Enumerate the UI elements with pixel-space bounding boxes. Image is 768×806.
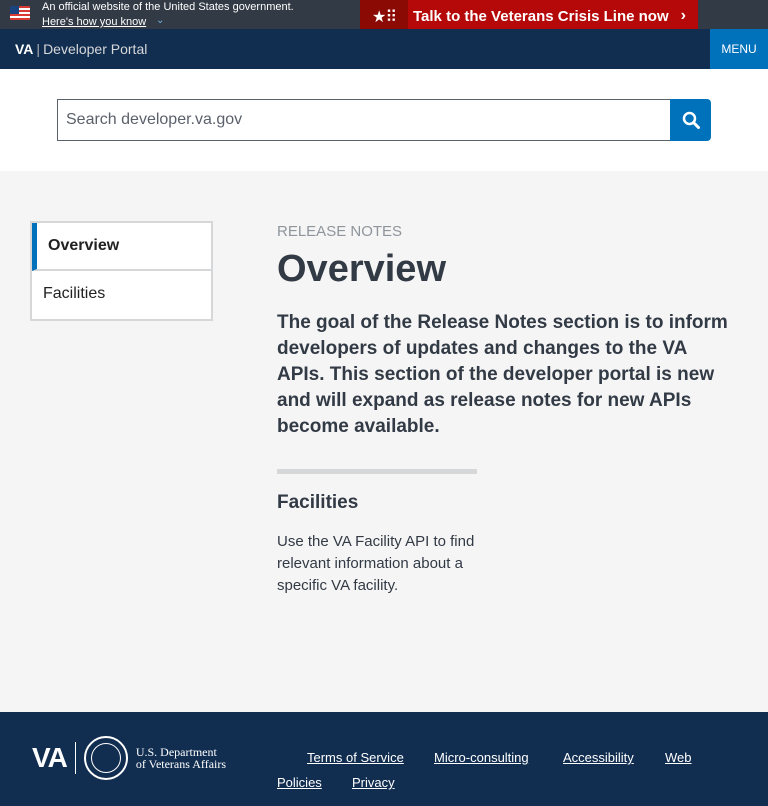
logo-va: VA: [15, 41, 34, 57]
footer-link-micro-consulting[interactable]: Micro-consulting: [434, 745, 529, 770]
va-seal-icon: [83, 736, 128, 780]
search-button[interactable]: [670, 99, 711, 141]
logo-separator: |: [36, 41, 41, 57]
lead-paragraph: The goal of the Release Notes section is…: [277, 312, 728, 437]
site-header: VA | Developer Portal MENU: [0, 29, 768, 69]
section-eyebrow: RELEASE NOTES: [277, 223, 403, 240]
footer-link-accessibility[interactable]: Accessibility: [563, 745, 634, 770]
footer-logo-divider: [74, 742, 76, 774]
footer-link-web[interactable]: Web: [665, 745, 692, 770]
menu-button[interactable]: MENU: [710, 29, 768, 69]
card-divider: [277, 469, 477, 474]
side-nav: Overview Facilities: [30, 221, 213, 321]
logo-portal: Developer Portal: [43, 41, 148, 57]
search-band: [0, 69, 768, 171]
official-site-text: An official website of the United States…: [42, 1, 294, 13]
department-name: U.S. Department of Veterans Affairs: [136, 746, 226, 770]
us-flag-icon: [10, 6, 30, 20]
how-you-know-link[interactable]: Here's how you know: [42, 16, 146, 29]
footer-logo[interactable]: VA U.S. Department of Veterans Affairs: [32, 736, 226, 780]
footer-link-terms[interactable]: Terms of Service: [307, 745, 404, 770]
department-line-2: of Veterans Affairs: [135, 757, 227, 771]
site-logo[interactable]: VA | Developer Portal: [15, 40, 147, 58]
search-icon: [682, 111, 700, 129]
sidenav-item-overview[interactable]: Overview: [32, 223, 211, 271]
footer-link-privacy[interactable]: Privacy: [352, 770, 395, 795]
footer-va-mark: VA: [32, 742, 68, 773]
footer-link-policies[interactable]: Policies: [277, 770, 322, 795]
sidenav-item-facilities[interactable]: Facilities: [32, 271, 211, 319]
facilities-card-title[interactable]: Facilities: [277, 491, 358, 515]
crisis-line-label: Talk to the Veterans Crisis Line now: [413, 8, 669, 25]
site-footer: VA U.S. Department of Veterans Affairs T…: [0, 712, 768, 806]
search-input[interactable]: [57, 99, 671, 141]
chevron-down-icon[interactable]: ⌄: [156, 15, 164, 26]
chevron-right-icon: ›: [680, 7, 686, 24]
page-title: Overview: [277, 248, 446, 290]
facilities-card-description: Use the VA Facility API to find relevant…: [277, 533, 475, 594]
